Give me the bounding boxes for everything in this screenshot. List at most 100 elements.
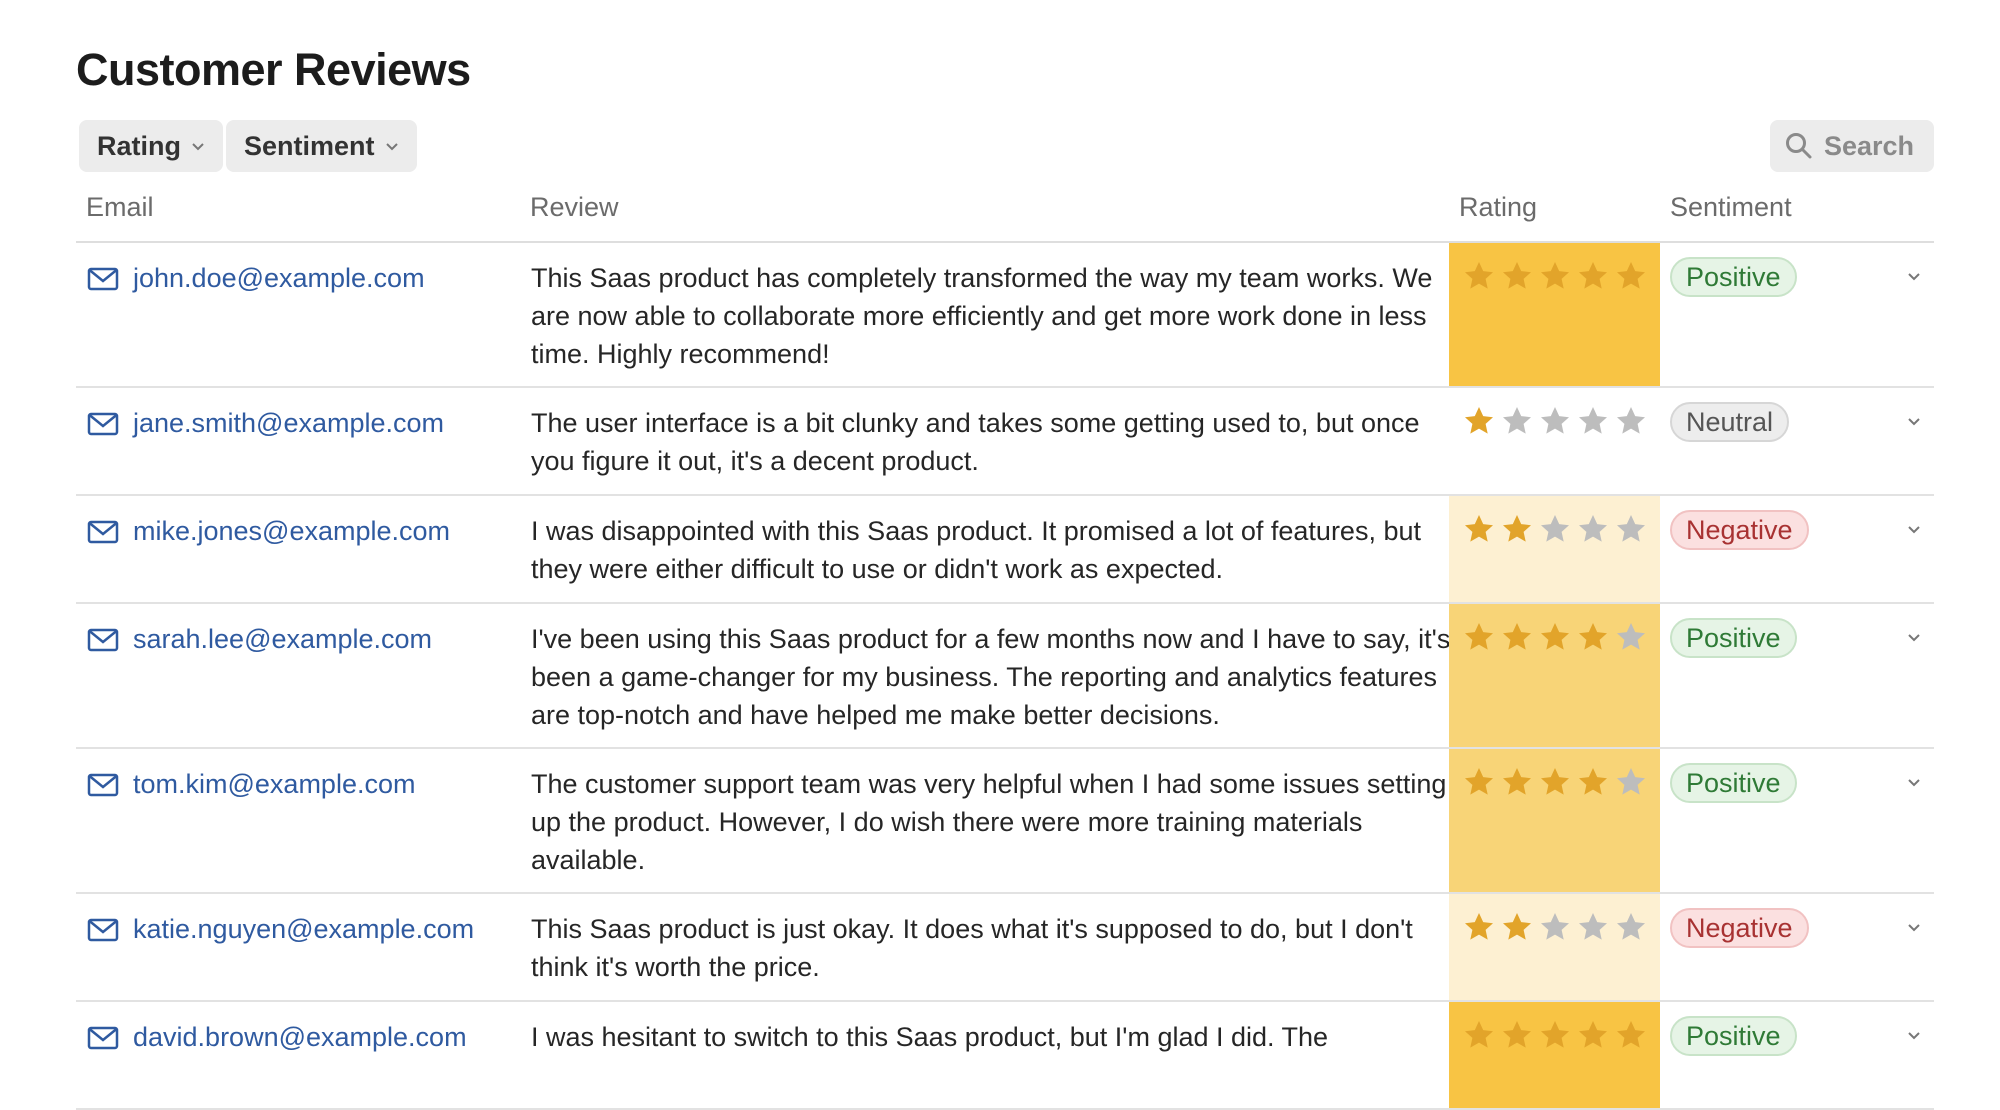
star-empty-icon <box>1541 515 1569 542</box>
sentiment-badge: Positive <box>1670 618 1797 658</box>
table-row[interactable]: katie.nguyen@example.com This Saas produ… <box>76 894 1934 1002</box>
star-empty-icon <box>1579 407 1607 434</box>
expand-row-chevron-icon[interactable] <box>1905 918 1923 936</box>
star-filled-icon <box>1579 262 1607 289</box>
sentiment-badge: Neutral <box>1670 402 1790 442</box>
star-filled-icon <box>1503 623 1531 650</box>
mail-icon <box>87 628 119 651</box>
toolbar: Rating Sentiment Search <box>79 120 1934 172</box>
table-row[interactable]: sarah.lee@example.com I've been using th… <box>76 604 1934 749</box>
expand-row-chevron-icon[interactable] <box>1905 520 1923 538</box>
search-button[interactable]: Search <box>1769 120 1934 172</box>
email-cell: david.brown@example.com <box>87 1022 467 1053</box>
star-filled-icon <box>1541 768 1569 795</box>
chevron-down-icon <box>385 143 398 151</box>
star-filled-icon <box>1579 623 1607 650</box>
sentiment-badge: Negative <box>1670 510 1809 550</box>
sentiment-badge: Negative <box>1670 908 1809 948</box>
email-cell: john.doe@example.com <box>87 263 425 294</box>
star-rating <box>1463 405 1647 437</box>
expand-row-chevron-icon[interactable] <box>1905 628 1923 646</box>
review-text: This Saas product is just okay. It does … <box>531 914 1413 982</box>
mail-icon <box>87 267 119 290</box>
column-header-rating[interactable]: Rating <box>1459 192 1537 223</box>
star-empty-icon <box>1617 407 1645 434</box>
email-cell: katie.nguyen@example.com <box>87 914 474 945</box>
star-rating <box>1463 1019 1647 1051</box>
email-link[interactable]: jane.smith@example.com <box>133 408 444 439</box>
table-body: john.doe@example.com This Saas product h… <box>76 243 1934 1110</box>
star-filled-icon <box>1541 262 1569 289</box>
star-filled-icon <box>1465 1021 1493 1048</box>
expand-row-chevron-icon[interactable] <box>1905 773 1923 791</box>
star-empty-icon <box>1617 913 1645 940</box>
mail-icon <box>87 412 119 435</box>
expand-row-chevron-icon[interactable] <box>1905 267 1923 285</box>
rating-filter-button[interactable]: Rating <box>79 120 223 172</box>
star-filled-icon <box>1617 1021 1645 1048</box>
rating-cell <box>1449 496 1660 602</box>
rating-cell <box>1449 388 1660 494</box>
star-filled-icon <box>1465 515 1493 542</box>
table-row[interactable]: david.brown@example.com I was hesitant t… <box>76 1002 1934 1110</box>
column-header-review[interactable]: Review <box>530 192 619 223</box>
rating-filter-label: Rating <box>97 130 181 161</box>
page-title: Customer Reviews <box>76 44 471 95</box>
star-filled-icon <box>1465 262 1493 289</box>
expand-row-chevron-icon[interactable] <box>1905 1026 1923 1044</box>
expand-row-chevron-icon[interactable] <box>1905 412 1923 430</box>
email-link[interactable]: katie.nguyen@example.com <box>133 914 474 945</box>
star-filled-icon <box>1503 913 1531 940</box>
sentiment-filter-button[interactable]: Sentiment <box>226 120 417 172</box>
reviews-page: Customer Reviews Rating Sentiment Search… <box>0 0 2000 1110</box>
star-filled-icon <box>1503 515 1531 542</box>
mail-icon <box>87 520 119 543</box>
star-filled-icon <box>1465 407 1493 434</box>
table-row[interactable]: mike.jones@example.com I was disappointe… <box>76 496 1934 604</box>
review-text: I was disappointed with this Saas produc… <box>531 516 1421 584</box>
star-filled-icon <box>1465 768 1493 795</box>
sentiment-badge: Positive <box>1670 1016 1797 1056</box>
review-text: This Saas product has completely transfo… <box>531 263 1433 369</box>
search-icon <box>1785 133 1812 159</box>
star-empty-icon <box>1503 407 1531 434</box>
rating-cell <box>1449 1002 1660 1108</box>
star-empty-icon <box>1617 768 1645 795</box>
rating-cell <box>1449 894 1660 1000</box>
column-header-sentiment[interactable]: Sentiment <box>1670 192 1792 223</box>
email-cell: sarah.lee@example.com <box>87 624 432 655</box>
star-rating <box>1463 621 1647 653</box>
mail-icon <box>87 918 119 941</box>
search-label: Search <box>1823 130 1914 161</box>
review-text: The user interface is a bit clunky and t… <box>531 408 1420 476</box>
email-cell: tom.kim@example.com <box>87 769 415 800</box>
review-text: The customer support team was very helpf… <box>531 769 1447 875</box>
sentiment-badge: Positive <box>1670 763 1797 803</box>
table-row[interactable]: john.doe@example.com This Saas product h… <box>76 243 1934 388</box>
email-link[interactable]: david.brown@example.com <box>133 1022 467 1053</box>
star-rating <box>1463 911 1647 943</box>
star-filled-icon <box>1617 262 1645 289</box>
email-link[interactable]: mike.jones@example.com <box>133 516 450 547</box>
star-filled-icon <box>1503 1021 1531 1048</box>
star-filled-icon <box>1465 623 1493 650</box>
sentiment-filter-label: Sentiment <box>244 130 375 161</box>
star-empty-icon <box>1579 515 1607 542</box>
table-row[interactable]: jane.smith@example.com The user interfac… <box>76 388 1934 496</box>
rating-cell <box>1449 243 1660 386</box>
sentiment-badge: Positive <box>1670 257 1797 297</box>
star-filled-icon <box>1579 1021 1607 1048</box>
rating-cell <box>1449 604 1660 747</box>
email-link[interactable]: john.doe@example.com <box>133 263 425 294</box>
email-link[interactable]: sarah.lee@example.com <box>133 624 432 655</box>
table-row[interactable]: tom.kim@example.com The customer support… <box>76 749 1934 894</box>
star-rating <box>1463 766 1647 798</box>
star-empty-icon <box>1541 407 1569 434</box>
star-filled-icon <box>1465 913 1493 940</box>
star-empty-icon <box>1579 913 1607 940</box>
email-link[interactable]: tom.kim@example.com <box>133 769 415 800</box>
star-filled-icon <box>1503 262 1531 289</box>
reviews-table: Email Review Rating Sentiment john.doe@e… <box>76 180 1934 1110</box>
column-header-email[interactable]: Email <box>86 192 154 223</box>
star-rating <box>1463 260 1647 292</box>
